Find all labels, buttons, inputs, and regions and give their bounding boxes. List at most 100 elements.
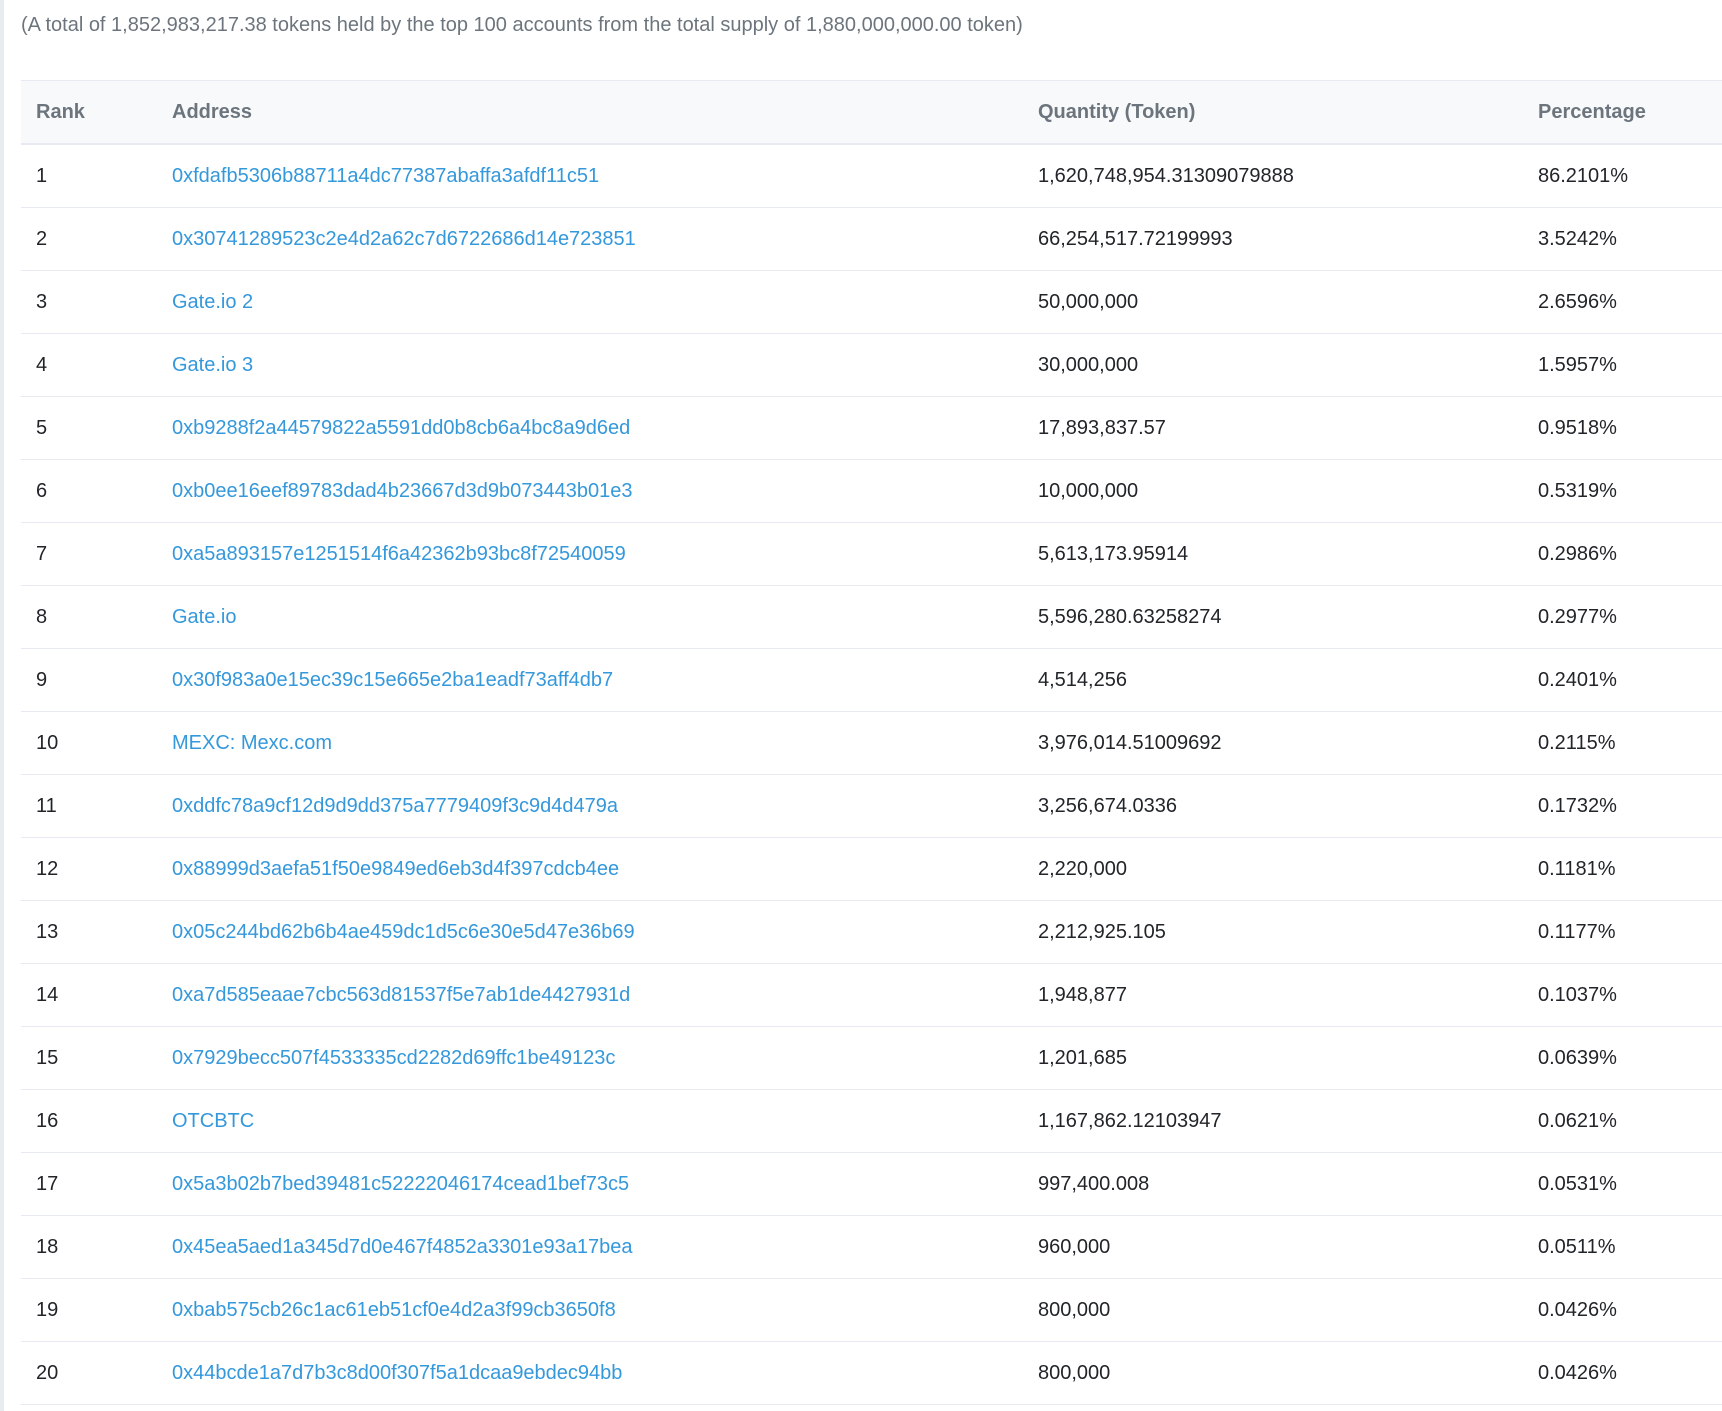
address-cell: 0xa5a893157e1251514f6a42362b93bc8f725400… [157,522,1023,586]
percentage-cell: 0.0511% [1523,1215,1722,1279]
token-holders-page: (A total of 1,852,983,217.38 tokens held… [0,0,1722,1411]
percentage-cell: 0.0531% [1523,1152,1722,1216]
rank-cell: 4 [21,333,157,397]
quantity-cell: 1,167,862.12103947 [1023,1089,1523,1153]
percentage-cell: 0.1181% [1523,837,1722,901]
quantity-cell: 10,000,000 [1023,459,1523,523]
percentage-cell: 0.2115% [1523,711,1722,775]
rank-cell: 9 [21,648,157,712]
rank-cell: 8 [21,585,157,649]
percentage-cell: 0.5319% [1523,459,1722,523]
address-link[interactable]: 0x5a3b02b7bed39481c52222046174cead1bef73… [172,1173,629,1195]
quantity-cell: 960,000 [1023,1215,1523,1279]
rank-cell: 17 [21,1152,157,1216]
rank-cell: 11 [21,774,157,838]
address-link[interactable]: 0xbab575cb26c1ac61eb51cf0e4d2a3f99cb3650… [172,1299,616,1321]
rank-cell: 10 [21,711,157,775]
percentage-cell: 2.6596% [1523,270,1722,334]
address-link[interactable]: 0xfdafb5306b88711a4dc77387abaffa3afdf11c… [172,165,599,187]
address-cell: 0xa7d585eaae7cbc563d81537f5e7ab1de442793… [157,963,1023,1027]
address-cell: 0x45ea5aed1a345d7d0e467f4852a3301e93a17b… [157,1215,1023,1279]
rank-cell: 7 [21,522,157,586]
address-link[interactable]: 0x30f983a0e15ec39c15e665e2ba1eadf73aff4d… [172,669,613,691]
address-link[interactable]: 0x30741289523c2e4d2a62c7d6722686d14e7238… [172,228,636,250]
address-cell: 0x88999d3aefa51f50e9849ed6eb3d4f397cdcb4… [157,837,1023,901]
rank-cell: 2 [21,207,157,271]
quantity-cell: 30,000,000 [1023,333,1523,397]
address-cell: 0x44bcde1a7d7b3c8d00f307f5a1dcaa9ebdec94… [157,1341,1023,1405]
rank-cell: 18 [21,1215,157,1279]
address-cell: 0x5a3b02b7bed39481c52222046174cead1bef73… [157,1152,1023,1216]
quantity-cell: 1,620,748,954.31309079888 [1023,144,1523,208]
table-row: 9 0x30f983a0e15ec39c15e665e2ba1eadf73aff4… [21,648,1722,712]
address-cell: 0x30f983a0e15ec39c15e665e2ba1eadf73aff4d… [157,648,1023,712]
rank-cell: 12 [21,837,157,901]
address-link[interactable]: 0x05c244bd62b6b4ae459dc1d5c6e30e5d47e36b… [172,921,635,943]
address-link[interactable]: 0xb0ee16eef89783dad4b23667d3d9b073443b01… [172,480,632,502]
address-link[interactable]: 0x7929becc507f4533335cd2282d69ffc1be4912… [172,1047,615,1069]
percentage-column-header: Percentage [1538,100,1646,123]
quantity-cell: 2,212,925.105 [1023,900,1523,964]
address-link[interactable]: 0xb9288f2a44579822a5591dd0b8cb6a4bc8a9d6… [172,417,630,439]
rank-column-header: Rank [36,100,85,123]
percentage-cell: 0.0426% [1523,1341,1722,1405]
address-link[interactable]: 0x88999d3aefa51f50e9849ed6eb3d4f397cdcb4… [172,858,619,880]
table-row: 14 0xa7d585eaae7cbc563d81537f5e7ab1de4427… [21,963,1722,1027]
address-link[interactable]: 0xa5a893157e1251514f6a42362b93bc8f725400… [172,543,626,565]
percentage-cell: 86.2101% [1523,144,1722,208]
address-cell: OTCBTC [157,1089,1023,1153]
percentage-cell: 0.1037% [1523,963,1722,1027]
quantity-cell: 5,613,173.95914 [1023,522,1523,586]
quantity-cell: 50,000,000 [1023,270,1523,334]
address-link[interactable]: MEXC: Mexc.com [172,732,332,754]
address-link[interactable]: Gate.io 2 [172,291,253,313]
quantity-cell: 66,254,517.72199993 [1023,207,1523,271]
rank-cell: 14 [21,963,157,1027]
table-row: 16 OTCBTC 1,167,862.12103947 0.0621% [21,1089,1722,1153]
address-cell: 0x7929becc507f4533335cd2282d69ffc1be4912… [157,1026,1023,1090]
quantity-cell: 1,948,877 [1023,963,1523,1027]
quantity-cell: 1,201,685 [1023,1026,1523,1090]
table-row: 13 0x05c244bd62b6b4ae459dc1d5c6e30e5d47e3… [21,900,1722,964]
table-row: 2 0x30741289523c2e4d2a62c7d6722686d14e723… [21,207,1722,271]
percentage-cell: 0.2977% [1523,585,1722,649]
percentage-cell: 0.9518% [1523,396,1722,460]
table-row: 11 0xddfc78a9cf12d9d9dd375a7779409f3c9d4d… [21,774,1722,838]
percentage-cell: 1.5957% [1523,333,1722,397]
address-cell: 0xddfc78a9cf12d9d9dd375a7779409f3c9d4d47… [157,774,1023,838]
address-link[interactable]: OTCBTC [172,1110,254,1132]
table-header: Rank Address Quantity (Token) Percentage [21,80,1722,144]
quantity-cell: 800,000 [1023,1341,1523,1405]
address-link[interactable]: 0x45ea5aed1a345d7d0e467f4852a3301e93a17b… [172,1236,632,1258]
rank-cell: 20 [21,1341,157,1405]
address-link[interactable]: Gate.io 3 [172,354,253,376]
rank-cell: 15 [21,1026,157,1090]
quantity-cell: 997,400.008 [1023,1152,1523,1216]
rank-cell: 1 [21,144,157,208]
percentage-cell: 0.0621% [1523,1089,1722,1153]
quantity-cell: 3,256,674.0336 [1023,774,1523,838]
address-cell: 0xb9288f2a44579822a5591dd0b8cb6a4bc8a9d6… [157,396,1023,460]
table-row: 10 MEXC: Mexc.com 3,976,014.51009692 0.2115… [21,711,1722,775]
table-row: 3 Gate.io 2 50,000,000 2.6596% [21,270,1722,334]
address-link[interactable]: Gate.io [172,606,236,628]
rank-cell: 3 [21,270,157,334]
holders-summary-text: (A total of 1,852,983,217.38 tokens held… [21,14,1023,36]
table-row: 19 0xbab575cb26c1ac61eb51cf0e4d2a3f99cb36… [21,1278,1722,1342]
table-row: 20 0x44bcde1a7d7b3c8d00f307f5a1dcaa9ebdec… [21,1341,1722,1405]
address-cell: Gate.io 2 [157,270,1023,334]
rank-cell: 19 [21,1278,157,1342]
address-cell: 0xbab575cb26c1ac61eb51cf0e4d2a3f99cb3650… [157,1278,1023,1342]
address-cell: MEXC: Mexc.com [157,711,1023,775]
address-link[interactable]: 0xa7d585eaae7cbc563d81537f5e7ab1de442793… [172,984,630,1006]
rank-cell: 5 [21,396,157,460]
address-link[interactable]: 0x44bcde1a7d7b3c8d00f307f5a1dcaa9ebdec94… [172,1362,622,1384]
table-row: 1 0xfdafb5306b88711a4dc77387abaffa3afdf11… [21,144,1722,208]
percentage-cell: 0.1177% [1523,900,1722,964]
quantity-cell: 3,976,014.51009692 [1023,711,1523,775]
percentage-cell: 0.2401% [1523,648,1722,712]
percentage-cell: 0.1732% [1523,774,1722,838]
address-link[interactable]: 0xddfc78a9cf12d9d9dd375a7779409f3c9d4d47… [172,795,618,817]
address-cell: 0xfdafb5306b88711a4dc77387abaffa3afdf11c… [157,144,1023,208]
table-row: 12 0x88999d3aefa51f50e9849ed6eb3d4f397cdc… [21,837,1722,901]
